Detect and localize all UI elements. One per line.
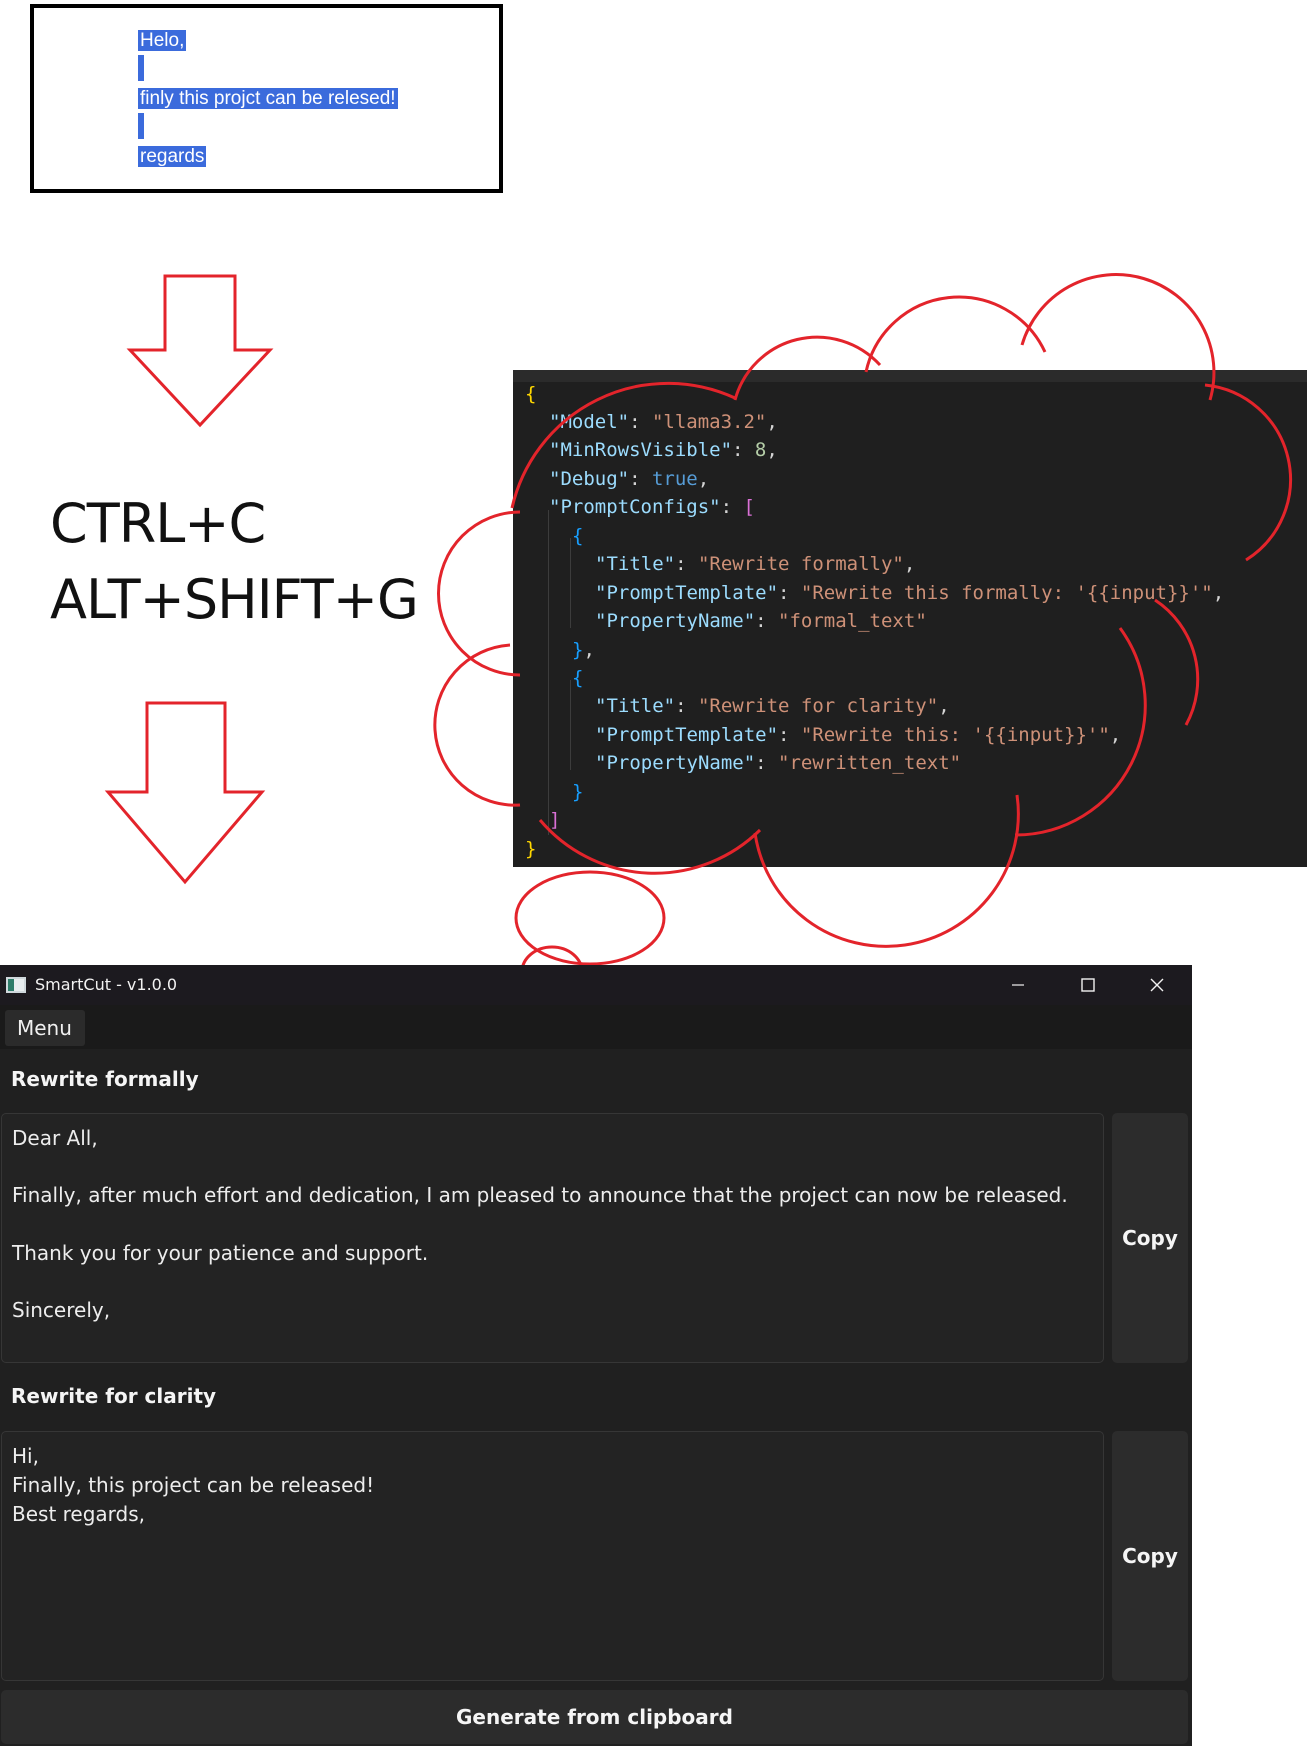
close-button[interactable] (1122, 965, 1192, 1005)
output-line: Best regards, (12, 1502, 146, 1526)
code-line: { (572, 525, 584, 547)
formal-output-box[interactable]: Dear All, Finally, after much effort and… (1, 1113, 1104, 1363)
menu-bar: Menu (0, 1005, 1192, 1049)
indent-guide (548, 510, 549, 835)
section-title-clarity: Rewrite for clarity (11, 1384, 217, 1408)
selected-line-2: finly this projct can be relesed! (138, 88, 398, 109)
output-line: Finally, this project can be released! (12, 1473, 375, 1497)
menu-button[interactable]: Menu (5, 1010, 85, 1046)
code-line: "Title": "Rewrite formally", (595, 553, 916, 575)
maximize-button[interactable] (1053, 965, 1123, 1005)
arrow-down-icon (104, 701, 266, 885)
output-line: Hi, (12, 1444, 39, 1468)
smartcut-window: SmartCut - v1.0.0 Menu Rewrite formally … (0, 965, 1192, 1746)
code-line: "PromptConfigs": [ (549, 496, 755, 518)
copy-formal-button[interactable]: Copy (1112, 1113, 1188, 1363)
selection-gap (138, 55, 144, 81)
close-icon (1150, 978, 1164, 992)
clarity-output-box[interactable]: Hi, Finally, this project can be release… (1, 1431, 1104, 1681)
output-line: Thank you for your patience and support. (12, 1241, 429, 1265)
copy-clarity-button[interactable]: Copy (1112, 1431, 1188, 1681)
minimize-button[interactable] (983, 965, 1053, 1005)
code-line: ] (549, 809, 561, 831)
code-line: "MinRowsVisible": 8, (549, 439, 778, 461)
selection-gap (138, 113, 144, 139)
hotkey-generate: ALT+SHIFT+G (50, 568, 419, 631)
config-json-editor: { "Model": "llama3.2", "MinRowsVisible":… (513, 370, 1307, 867)
code-line: }, (572, 639, 595, 661)
output-line: Sincerely, (12, 1298, 111, 1322)
window-title: SmartCut - v1.0.0 (35, 975, 178, 994)
hotkey-copy: CTRL+C (50, 492, 266, 555)
code-line: "Model": "llama3.2", (549, 411, 778, 433)
title-bar: SmartCut - v1.0.0 (0, 965, 1192, 1005)
indent-guide (570, 680, 571, 770)
code-line: "PropertyName": "rewritten_text" (595, 752, 962, 774)
editor-tab-strip (513, 370, 1307, 382)
section-title-formal: Rewrite formally (11, 1067, 199, 1091)
code-line: "Debug": true, (549, 468, 710, 490)
code-line: "Title": "Rewrite for clarity", (595, 695, 950, 717)
code-line: { (572, 667, 584, 689)
code-line: } (525, 838, 537, 860)
app-icon (6, 977, 26, 993)
code-line: "PropertyName": "formal_text" (595, 610, 927, 632)
code-line: { (525, 383, 537, 405)
selected-line-1: Helo, (138, 30, 187, 51)
code-line: "PromptTemplate": "Rewrite this: '{{inpu… (595, 724, 1122, 746)
code-line: } (572, 781, 584, 803)
indent-guide (570, 538, 571, 628)
maximize-icon (1081, 978, 1095, 992)
code-line: "PromptTemplate": "Rewrite this formally… (595, 582, 1225, 604)
selected-line-3: regards (138, 146, 207, 167)
output-line: Finally, after much effort and dedicatio… (12, 1183, 1068, 1207)
arrow-down-icon (126, 274, 274, 428)
output-line: Dear All, (12, 1126, 98, 1150)
selected-text-sample: Helo, finly this projct can be relesed! … (30, 4, 503, 193)
generate-from-clipboard-button[interactable]: Generate from clipboard (1, 1690, 1188, 1744)
minimize-icon (1012, 984, 1024, 986)
